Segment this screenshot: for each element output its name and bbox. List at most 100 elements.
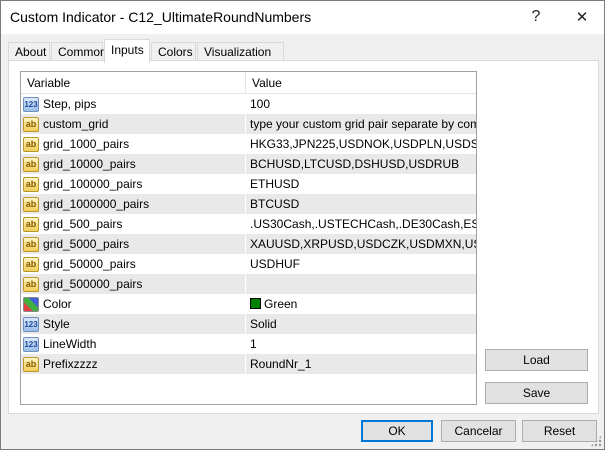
- table-row[interactable]: ab grid_5000_pairs XAUUSD,XRPUSD,USDCZK,US…: [21, 234, 476, 254]
- table-row[interactable]: 123 Step, pips 100: [21, 94, 476, 114]
- load-button[interactable]: Load: [485, 349, 588, 371]
- value-text: Solid: [250, 317, 277, 331]
- value-cell[interactable]: 100: [246, 94, 476, 114]
- table-row[interactable]: ab grid_10000_pairs BCHUSD,LTCUSD,DSHUSD,U…: [21, 154, 476, 174]
- dialog-window: Custom Indicator - C12_UltimateRoundNumb…: [0, 0, 605, 450]
- value-text: type your custom grid pair separate by c…: [250, 117, 476, 131]
- string-type-icon: ab: [23, 216, 39, 232]
- value-cell[interactable]: BTCUSD: [246, 194, 476, 214]
- tab-colors[interactable]: Colors: [151, 42, 196, 62]
- tab-inputs[interactable]: Inputs: [104, 39, 150, 63]
- save-button[interactable]: Save: [485, 382, 588, 404]
- variable-cell[interactable]: ab grid_50000_pairs: [21, 254, 246, 274]
- window-title: Custom Indicator - C12_UltimateRoundNumb…: [10, 9, 312, 25]
- string-type-icon: ab: [23, 236, 39, 252]
- variable-cell[interactable]: ab grid_500_pairs: [21, 214, 246, 234]
- color-type-icon: [23, 296, 39, 312]
- variable-cell[interactable]: ab grid_100000_pairs: [21, 174, 246, 194]
- variable-name: grid_1000_pairs: [43, 137, 130, 151]
- variable-name: grid_10000_pairs: [43, 157, 136, 171]
- table-row[interactable]: ab custom_grid type your custom grid pair …: [21, 114, 476, 134]
- variable-cell[interactable]: ab Prefixzzzz: [21, 354, 246, 374]
- variable-cell[interactable]: ab grid_1000000_pairs: [21, 194, 246, 214]
- string-type-icon: ab: [23, 136, 39, 152]
- value-cell[interactable]: Green: [246, 294, 476, 314]
- value-cell[interactable]: BCHUSD,LTCUSD,DSHUSD,USDRUB: [246, 154, 476, 174]
- value-text: RoundNr_1: [250, 357, 312, 371]
- variable-cell[interactable]: ab grid_10000_pairs: [21, 154, 246, 174]
- table-row[interactable]: 123 Style Solid: [21, 314, 476, 334]
- variable-cell[interactable]: ab grid_1000_pairs: [21, 134, 246, 154]
- variable-cell[interactable]: Color: [21, 294, 246, 314]
- value-cell[interactable]: .US30Cash,.USTECHCash,.DE30Cash,ESP...: [246, 214, 476, 234]
- string-type-icon: ab: [23, 176, 39, 192]
- variable-name: grid_100000_pairs: [43, 177, 143, 191]
- variable-name: grid_500000_pairs: [43, 277, 143, 291]
- value-cell[interactable]: [246, 274, 476, 294]
- enum-type-icon: 123: [23, 316, 39, 332]
- value-cell[interactable]: HKG33,JPN225,USDNOK,USDPLN,USDS...: [246, 134, 476, 154]
- value-text: BTCUSD: [250, 197, 300, 211]
- variable-cell[interactable]: 123 Style: [21, 314, 246, 334]
- value-text: Green: [264, 297, 298, 311]
- table-row[interactable]: ab grid_50000_pairs USDHUF: [21, 254, 476, 274]
- variable-name: Style: [43, 317, 70, 331]
- column-header-value[interactable]: Value: [246, 72, 476, 94]
- table-row[interactable]: ab grid_1000_pairs HKG33,JPN225,USDNOK,USD…: [21, 134, 476, 154]
- value-cell[interactable]: RoundNr_1: [246, 354, 476, 374]
- value-text: BCHUSD,LTCUSD,DSHUSD,USDRUB: [250, 157, 460, 171]
- tab-visualization[interactable]: Visualization: [197, 42, 284, 62]
- inputs-grid: Variable Value 123 Step, pips 100 ab custom_…: [20, 71, 477, 405]
- value-cell[interactable]: USDHUF: [246, 254, 476, 274]
- variable-cell[interactable]: ab grid_500000_pairs: [21, 274, 246, 294]
- number-type-icon: 123: [23, 96, 39, 112]
- table-row[interactable]: ab grid_500_pairs .US30Cash,.USTECHCash,.D…: [21, 214, 476, 234]
- string-type-icon: ab: [23, 196, 39, 212]
- string-type-icon: ab: [23, 276, 39, 292]
- grid-body: 123 Step, pips 100 ab custom_grid type your c…: [21, 94, 476, 374]
- variable-name: Color: [43, 297, 72, 311]
- value-text: USDHUF: [250, 257, 300, 271]
- tab-strip: About Common Inputs Colors Visualization: [8, 39, 598, 63]
- grid-header: Variable Value: [21, 72, 476, 94]
- table-row[interactable]: ab grid_100000_pairs ETHUSD: [21, 174, 476, 194]
- variable-name: custom_grid: [43, 117, 109, 131]
- variable-cell[interactable]: ab grid_5000_pairs: [21, 234, 246, 254]
- variable-cell[interactable]: ab custom_grid: [21, 114, 246, 134]
- variable-name: Step, pips: [43, 97, 97, 111]
- string-type-icon: ab: [23, 356, 39, 372]
- value-cell[interactable]: type your custom grid pair separate by c…: [246, 114, 476, 134]
- variable-cell[interactable]: 123 LineWidth: [21, 334, 246, 354]
- value-cell[interactable]: Solid: [246, 314, 476, 334]
- value-text: .US30Cash,.USTECHCash,.DE30Cash,ESP...: [250, 217, 476, 231]
- string-type-icon: ab: [23, 256, 39, 272]
- value-text: ETHUSD: [250, 177, 300, 191]
- value-cell[interactable]: XAUUSD,XRPUSD,USDCZK,USDMXN,US...: [246, 234, 476, 254]
- close-button[interactable]: ✕: [561, 1, 603, 33]
- value-cell[interactable]: ETHUSD: [246, 174, 476, 194]
- table-row[interactable]: ab grid_1000000_pairs BTCUSD: [21, 194, 476, 214]
- reset-button[interactable]: Reset: [522, 420, 597, 442]
- column-header-variable[interactable]: Variable: [21, 72, 246, 94]
- color-swatch: [250, 298, 261, 309]
- value-text: 100: [250, 97, 271, 111]
- value-text: 1: [250, 337, 257, 351]
- tab-common[interactable]: Common: [51, 42, 107, 62]
- help-button[interactable]: ?: [515, 1, 557, 33]
- number-type-icon: 123: [23, 336, 39, 352]
- tab-about[interactable]: About: [8, 42, 50, 62]
- title-bar: Custom Indicator - C12_UltimateRoundNumb…: [1, 1, 604, 34]
- table-row[interactable]: ab grid_500000_pairs: [21, 274, 476, 294]
- string-type-icon: ab: [23, 156, 39, 172]
- variable-name: LineWidth: [43, 337, 97, 351]
- value-cell[interactable]: 1: [246, 334, 476, 354]
- string-type-icon: ab: [23, 116, 39, 132]
- table-row[interactable]: 123 LineWidth 1: [21, 334, 476, 354]
- ok-button[interactable]: OK: [361, 420, 433, 442]
- cancel-button[interactable]: Cancelar: [441, 420, 516, 442]
- table-row[interactable]: Color Green: [21, 294, 476, 314]
- variable-cell[interactable]: 123 Step, pips: [21, 94, 246, 114]
- table-row[interactable]: ab Prefixzzzz RoundNr_1: [21, 354, 476, 374]
- variable-name: Prefixzzzz: [43, 357, 98, 371]
- variable-name: grid_1000000_pairs: [43, 197, 150, 211]
